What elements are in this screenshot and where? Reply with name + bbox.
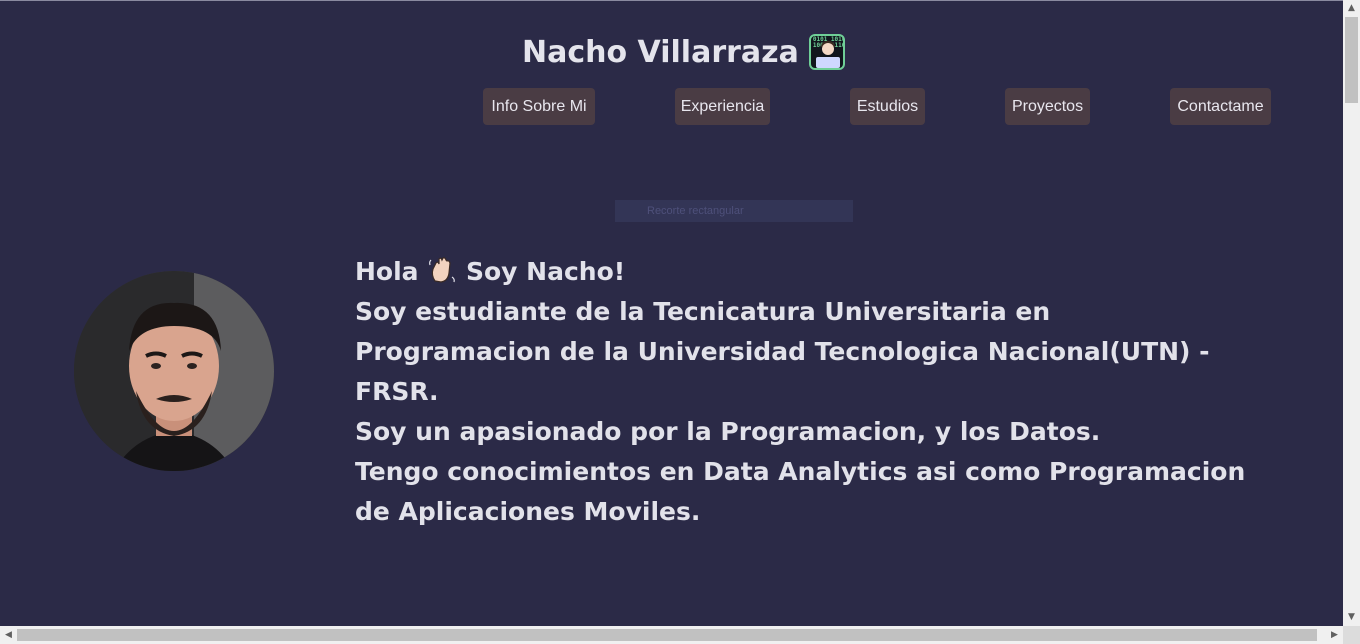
intro-line-passion: Soy un apasionado por la Programacion, y… (355, 417, 1101, 446)
nav-button-estudios[interactable]: Estudios (850, 88, 925, 125)
intro-text: Hola Soy Nacho! Soy estudiante de la Tec… (355, 252, 1255, 532)
snip-overlay-text: Recorte rectangular (647, 205, 744, 217)
horizontal-scrollbar[interactable]: ◀ ▶ (0, 626, 1343, 644)
site-title-text: Nacho Villarraza (522, 34, 799, 70)
greeting-text: Hola (355, 257, 419, 286)
waving-hand-icon (429, 257, 456, 283)
profile-photo (74, 271, 274, 471)
greeting-line: Hola Soy Nacho! (355, 252, 1255, 292)
scroll-down-arrow-icon[interactable]: ▼ (1343, 609, 1360, 626)
nav-button-contactame[interactable]: Contactame (1170, 88, 1271, 125)
horizontal-scroll-thumb[interactable] (17, 629, 1317, 641)
intro-line-skills: Tengo conocimientos en Data Analytics as… (355, 457, 1246, 526)
intro-line-studies: Soy estudiante de la Tecnicatura Univers… (355, 297, 1210, 406)
vertical-scroll-thumb[interactable] (1345, 17, 1358, 103)
nav-button-proyectos[interactable]: Proyectos (1005, 88, 1090, 125)
nav-button-info-sobre-mi[interactable]: Info Sobre Mi (483, 88, 595, 125)
scroll-right-arrow-icon[interactable]: ▶ (1326, 626, 1343, 644)
page-viewport: Nacho Villarraza 0101 10101001 0110 Info… (0, 0, 1343, 626)
greeting-name: Soy Nacho! (465, 257, 626, 286)
profile-avatar (74, 271, 274, 471)
scrollbar-corner (1343, 626, 1360, 644)
vertical-scrollbar[interactable]: ▲ ▼ (1343, 0, 1360, 626)
snip-overlay-bar: Recorte rectangular (615, 200, 853, 222)
scroll-left-arrow-icon[interactable]: ◀ (0, 626, 17, 644)
nav-button-experiencia[interactable]: Experiencia (675, 88, 770, 125)
technologist-icon: 0101 10101001 0110 (808, 34, 845, 70)
site-title: Nacho Villarraza 0101 10101001 0110 (522, 34, 845, 70)
scroll-up-arrow-icon[interactable]: ▲ (1343, 0, 1360, 17)
